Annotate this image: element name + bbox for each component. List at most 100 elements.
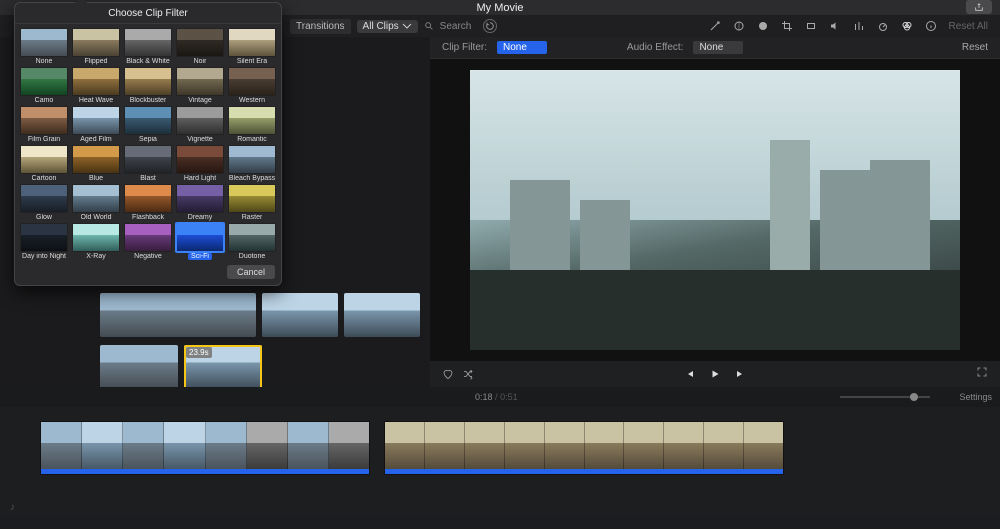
crop-icon[interactable] (781, 20, 793, 32)
audio-effect-value[interactable]: None (693, 41, 743, 54)
media-clip[interactable] (100, 345, 178, 387)
favorite-icon[interactable] (442, 368, 454, 380)
filter-label: Old World (81, 214, 112, 221)
share-button[interactable] (966, 0, 992, 14)
speed-icon[interactable] (877, 20, 889, 32)
filter-label: Silent Era (237, 58, 267, 65)
shuffle-icon[interactable] (462, 368, 474, 380)
timeline-clip[interactable] (40, 421, 370, 475)
filter-option-vignette[interactable]: Vignette (175, 106, 225, 143)
filters-icon[interactable] (901, 20, 913, 32)
filter-thumb (20, 223, 68, 252)
filter-label: Blue (89, 175, 103, 182)
filter-option-old-world[interactable]: Old World (71, 184, 121, 221)
filter-thumb (20, 106, 68, 135)
filter-option-blast[interactable]: Blast (123, 145, 173, 182)
clip-scope-value: All Clips (363, 21, 399, 32)
filter-option-noir[interactable]: Noir (175, 28, 225, 65)
filter-option-western[interactable]: Western (227, 67, 277, 104)
filter-label: Western (239, 97, 265, 104)
timeline-clip[interactable] (384, 421, 784, 475)
search-input[interactable]: Search (440, 21, 472, 32)
filter-option-aged-film[interactable]: Aged Film (71, 106, 121, 143)
filter-thumb (228, 106, 276, 135)
play-button[interactable] (709, 368, 721, 380)
clip-scope-dropdown[interactable]: All Clips (357, 20, 418, 33)
stabilize-icon[interactable] (805, 20, 817, 32)
filter-option-flashback[interactable]: Flashback (123, 184, 173, 221)
filter-label: Film Grain (28, 136, 60, 143)
filter-option-blue[interactable]: Blue (71, 145, 121, 182)
filter-option-hard-light[interactable]: Hard Light (175, 145, 225, 182)
volume-icon[interactable] (829, 20, 841, 32)
clip-filter-label: Clip Filter: (442, 42, 487, 53)
filter-label: Flipped (85, 58, 108, 65)
filter-label: Dreamy (188, 214, 213, 221)
filter-option-blockbuster[interactable]: Blockbuster (123, 67, 173, 104)
filter-option-dreamy[interactable]: Dreamy (175, 184, 225, 221)
filter-option-heat-wave[interactable]: Heat Wave (71, 67, 121, 104)
filter-thumb (20, 67, 68, 96)
filter-option-silent-era[interactable]: Silent Era (227, 28, 277, 65)
clip-filter-value[interactable]: None (497, 41, 547, 54)
clip-duration-badge: 23.9s (186, 347, 212, 358)
filter-label: Sepia (139, 136, 157, 143)
equalizer-icon[interactable] (853, 20, 865, 32)
filter-option-negative[interactable]: Negative (123, 223, 173, 260)
filter-option-day-into-night[interactable]: Day into Night (19, 223, 69, 260)
cancel-button[interactable]: Cancel (227, 265, 275, 279)
filter-label: Romantic (237, 136, 267, 143)
timeline[interactable]: ♪ (0, 407, 1000, 517)
filter-option-cartoon[interactable]: Cartoon (19, 145, 69, 182)
clip-filter-popover: Choose Clip Filter NoneFlippedBlack & Wh… (14, 2, 282, 286)
media-clip[interactable] (100, 293, 256, 337)
prev-button[interactable] (683, 368, 695, 380)
reset-all-button[interactable]: Reset All (949, 21, 992, 32)
preview-viewer (430, 59, 1000, 361)
filter-thumb (20, 184, 68, 213)
tab-transitions[interactable]: Transitions (290, 19, 351, 34)
filter-thumb (176, 184, 224, 213)
reset-button[interactable]: Reset (962, 42, 988, 53)
filter-label: Blockbuster (130, 97, 167, 104)
filter-thumb (20, 28, 68, 57)
filter-option-film-grain[interactable]: Film Grain (19, 106, 69, 143)
filter-option-flipped[interactable]: Flipped (71, 28, 121, 65)
refresh-icon (485, 21, 495, 31)
settings-button[interactable]: Settings (959, 392, 992, 402)
filter-label: Sci-Fi (188, 253, 212, 260)
wand-icon[interactable] (709, 20, 721, 32)
media-clip[interactable] (262, 293, 338, 337)
filter-option-sci-fi[interactable]: Sci-Fi (175, 223, 225, 260)
media-clip[interactable] (344, 293, 420, 337)
refresh-button[interactable] (483, 19, 497, 33)
filter-thumb (228, 67, 276, 96)
filter-option-none[interactable]: None (19, 28, 69, 65)
filter-label: Camo (35, 97, 54, 104)
filter-option-glow[interactable]: Glow (19, 184, 69, 221)
chevron-down-icon (402, 21, 412, 31)
filter-label: Glow (36, 214, 52, 221)
zoom-slider[interactable] (840, 396, 930, 398)
media-clip-selected[interactable]: 23.9s (184, 345, 262, 387)
filter-option-vintage[interactable]: Vintage (175, 67, 225, 104)
fullscreen-icon[interactable] (976, 366, 988, 378)
filter-thumb (176, 67, 224, 96)
time-info-bar: 0:18 / 0:51 Settings (0, 387, 1000, 407)
color-balance-icon[interactable] (733, 20, 745, 32)
color-wheel-icon[interactable] (757, 20, 769, 32)
filter-option-x-ray[interactable]: X-Ray (71, 223, 121, 260)
filter-label: Negative (134, 253, 162, 260)
next-button[interactable] (735, 368, 747, 380)
time-current: 0:18 (475, 392, 493, 402)
filter-option-bleach-bypass[interactable]: Bleach Bypass (227, 145, 277, 182)
filter-option-duotone[interactable]: Duotone (227, 223, 277, 260)
filter-option-black-white[interactable]: Black & White (123, 28, 173, 65)
filter-option-camo[interactable]: Camo (19, 67, 69, 104)
filter-option-sepia[interactable]: Sepia (123, 106, 173, 143)
filter-label: Bleach Bypass (229, 175, 275, 182)
info-icon[interactable] (925, 20, 937, 32)
filter-option-romantic[interactable]: Romantic (227, 106, 277, 143)
filter-option-raster[interactable]: Raster (227, 184, 277, 221)
filter-thumb (228, 28, 276, 57)
